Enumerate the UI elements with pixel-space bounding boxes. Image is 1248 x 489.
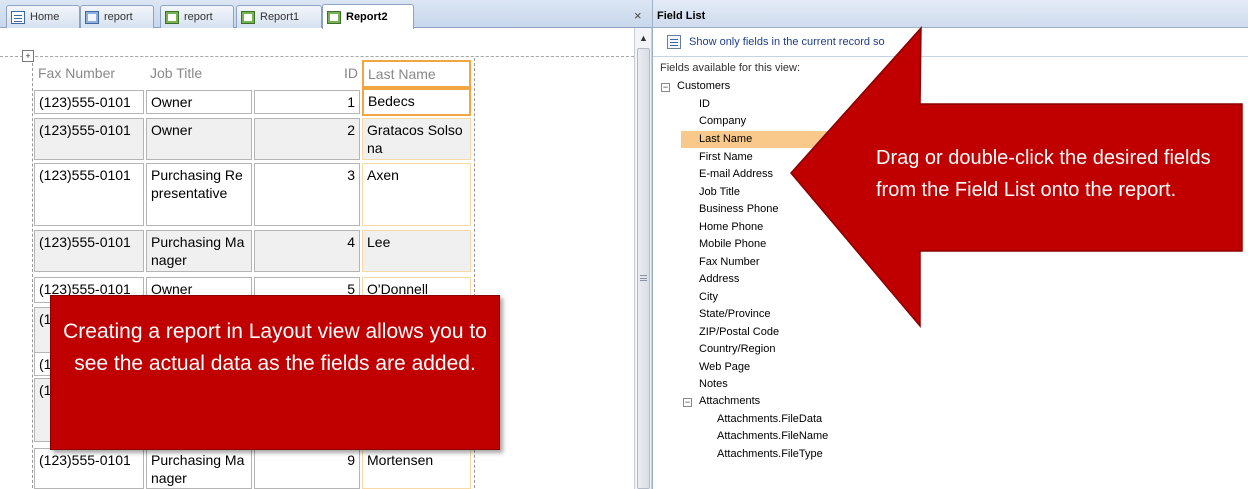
tab-label: Report2 — [346, 11, 388, 23]
callout-text-drag-fields: Drag or double-click the desired fields … — [876, 147, 1211, 201]
form-list-icon — [11, 10, 25, 24]
tab-report2[interactable]: Report2 — [322, 4, 414, 29]
tab-label: Home — [30, 11, 60, 23]
callout-text-layout-view: Creating a report in Layout view allows … — [63, 320, 487, 375]
tab-home[interactable]: Home — [6, 5, 80, 28]
report-icon — [327, 10, 341, 24]
callout-box-layout-view: Creating a report in Layout view allows … — [50, 295, 500, 450]
